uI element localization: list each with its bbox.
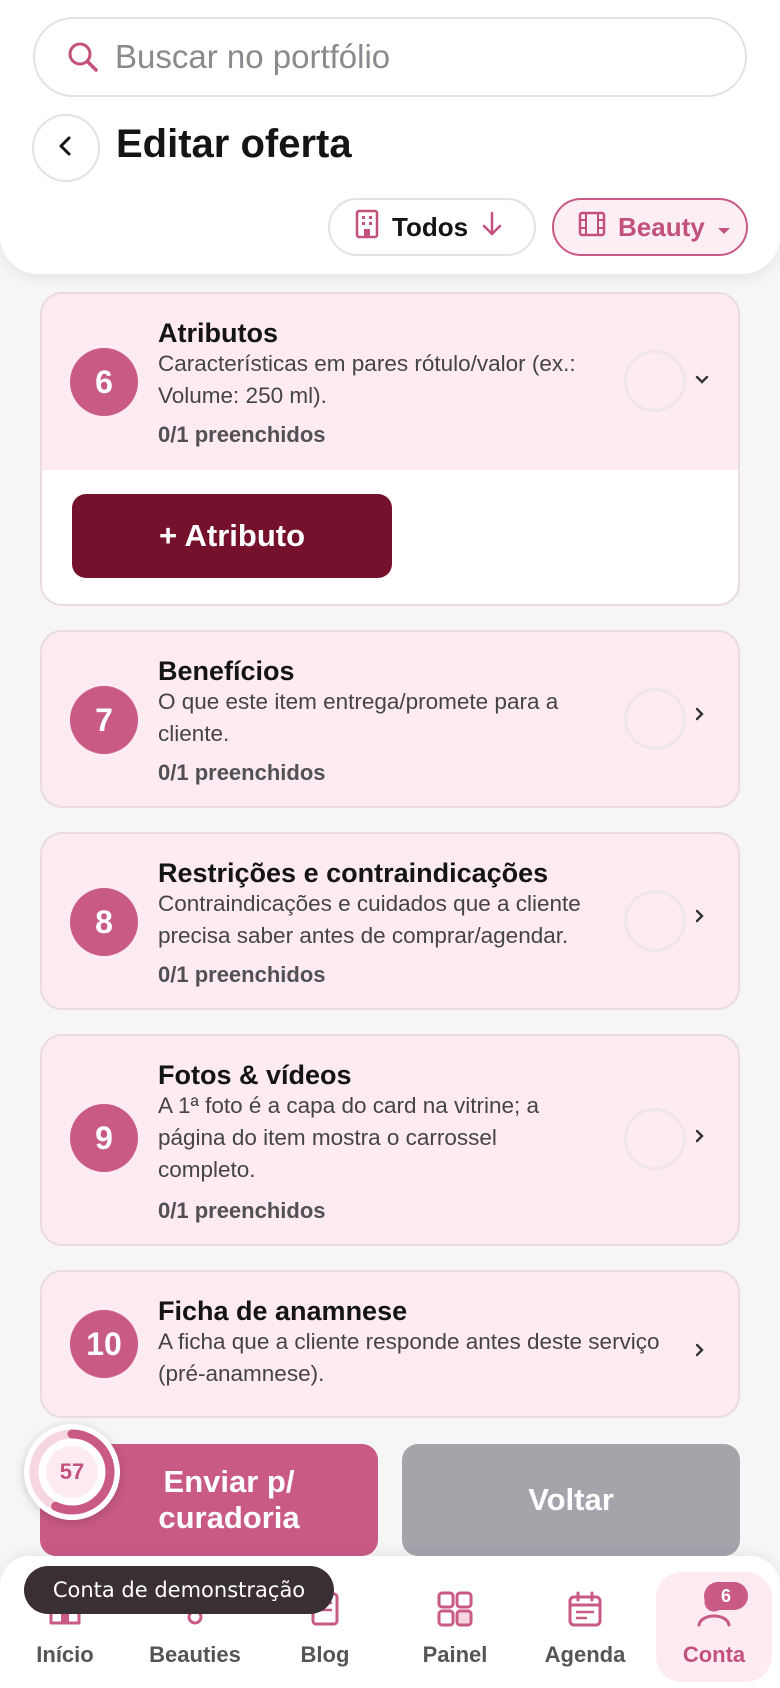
- section-number: 7: [70, 686, 138, 754]
- completion-progress: 57: [24, 1424, 120, 1520]
- section-title: Benefícios: [158, 656, 295, 686]
- nav-label: Painel: [422, 1642, 488, 1667]
- filter-beauty-chip[interactable]: Beauty: [552, 198, 748, 256]
- nav-item-conta[interactable]: Conta 6: [656, 1572, 772, 1682]
- section-number: 9: [70, 1104, 138, 1172]
- top-header: Buscar no portfólio Editar oferta Todos: [0, 0, 780, 274]
- nav-label: Beauties: [149, 1642, 241, 1667]
- section-count: 0/1 preenchidos: [158, 962, 326, 987]
- nav-label: Início: [36, 1642, 94, 1667]
- chevron-right-icon[interactable]: [694, 900, 706, 931]
- search-bar[interactable]: Buscar no portfólio: [33, 17, 747, 97]
- section-description: A 1ª foto é a capa do card na vitrine; a…: [158, 1093, 540, 1182]
- search-input[interactable]: Buscar no portfólio: [115, 38, 390, 76]
- section-number: 10: [70, 1310, 138, 1378]
- send-label-line1: Enviar p/: [163, 1464, 295, 1499]
- section-description: A ficha que a cliente responde antes des…: [158, 1329, 660, 1386]
- nav-label: Agenda: [544, 1642, 626, 1667]
- section-attributes: 6 Atributos Características em pares rót…: [40, 292, 740, 606]
- progress-ring: [624, 890, 686, 952]
- section-number: 6: [70, 348, 138, 416]
- section-photos-videos[interactable]: 9 Fotos & vídeos A 1ª foto é a capa do c…: [40, 1034, 740, 1246]
- section-title: Fotos & vídeos: [158, 1060, 352, 1090]
- nav-label: Conta: [682, 1642, 746, 1667]
- section-title: Restrições e contraindicações: [158, 858, 549, 888]
- send-label-line2: curadoria: [158, 1500, 300, 1535]
- section-anamnesis[interactable]: 10 Ficha de anamnese A ficha que a clien…: [40, 1270, 740, 1418]
- section-count: 0/1 preenchidos: [158, 760, 326, 785]
- section-title: Ficha de anamnese: [158, 1296, 408, 1326]
- chevron-right-icon[interactable]: [694, 1334, 706, 1365]
- demo-account-toast: Conta de demonstração: [24, 1566, 334, 1614]
- filter-todos-chip[interactable]: Todos: [328, 198, 536, 256]
- arrow-down-icon: [480, 210, 504, 245]
- notification-badge: 6: [704, 1582, 748, 1610]
- progress-value: 57: [59, 1459, 85, 1484]
- building-icon: [354, 209, 380, 246]
- back-button[interactable]: [32, 114, 100, 182]
- add-attribute-button[interactable]: + Atributo: [72, 494, 392, 578]
- section-benefits[interactable]: 7 Benefícios O que este item entrega/pro…: [40, 630, 740, 808]
- filter-todos-label: Todos: [392, 211, 469, 242]
- section-description: Características em pares rótulo/valor (e…: [158, 351, 576, 408]
- grid-icon: [432, 1586, 478, 1632]
- section-restrictions[interactable]: 8 Restrições e contraindicações Contrain…: [40, 832, 740, 1010]
- chevron-left-icon: [54, 134, 78, 163]
- nav-item-painel[interactable]: Painel: [390, 1556, 520, 1688]
- progress-ring: [624, 688, 686, 750]
- back-action-button[interactable]: Voltar: [402, 1444, 740, 1556]
- nav-item-agenda[interactable]: Agenda: [520, 1556, 650, 1688]
- chevron-right-icon[interactable]: [694, 1120, 706, 1151]
- section-number: 8: [70, 888, 138, 956]
- filter-beauty-label: Beauty: [618, 211, 705, 242]
- chevron-right-icon[interactable]: [694, 698, 706, 729]
- progress-ring: [624, 1108, 686, 1170]
- calendar-icon: [562, 1586, 608, 1632]
- section-title: Atributos: [158, 318, 278, 348]
- section-count: 0/1 preenchidos: [158, 1198, 326, 1223]
- section-description: Contraindicações e cuidados que a client…: [158, 891, 581, 948]
- progress-ring: [624, 350, 686, 412]
- page-title: Editar oferta: [116, 122, 352, 166]
- caret-down-icon: [717, 212, 731, 243]
- chevron-down-icon[interactable]: [694, 362, 710, 393]
- film-icon: [578, 211, 606, 244]
- nav-label: Blog: [300, 1642, 350, 1667]
- section-description: O que este item entrega/promete para a c…: [158, 689, 559, 746]
- section-count: 0/1 preenchidos: [158, 422, 326, 447]
- search-icon: [63, 37, 103, 77]
- section-header[interactable]: 6 Atributos Características em pares rót…: [42, 294, 738, 470]
